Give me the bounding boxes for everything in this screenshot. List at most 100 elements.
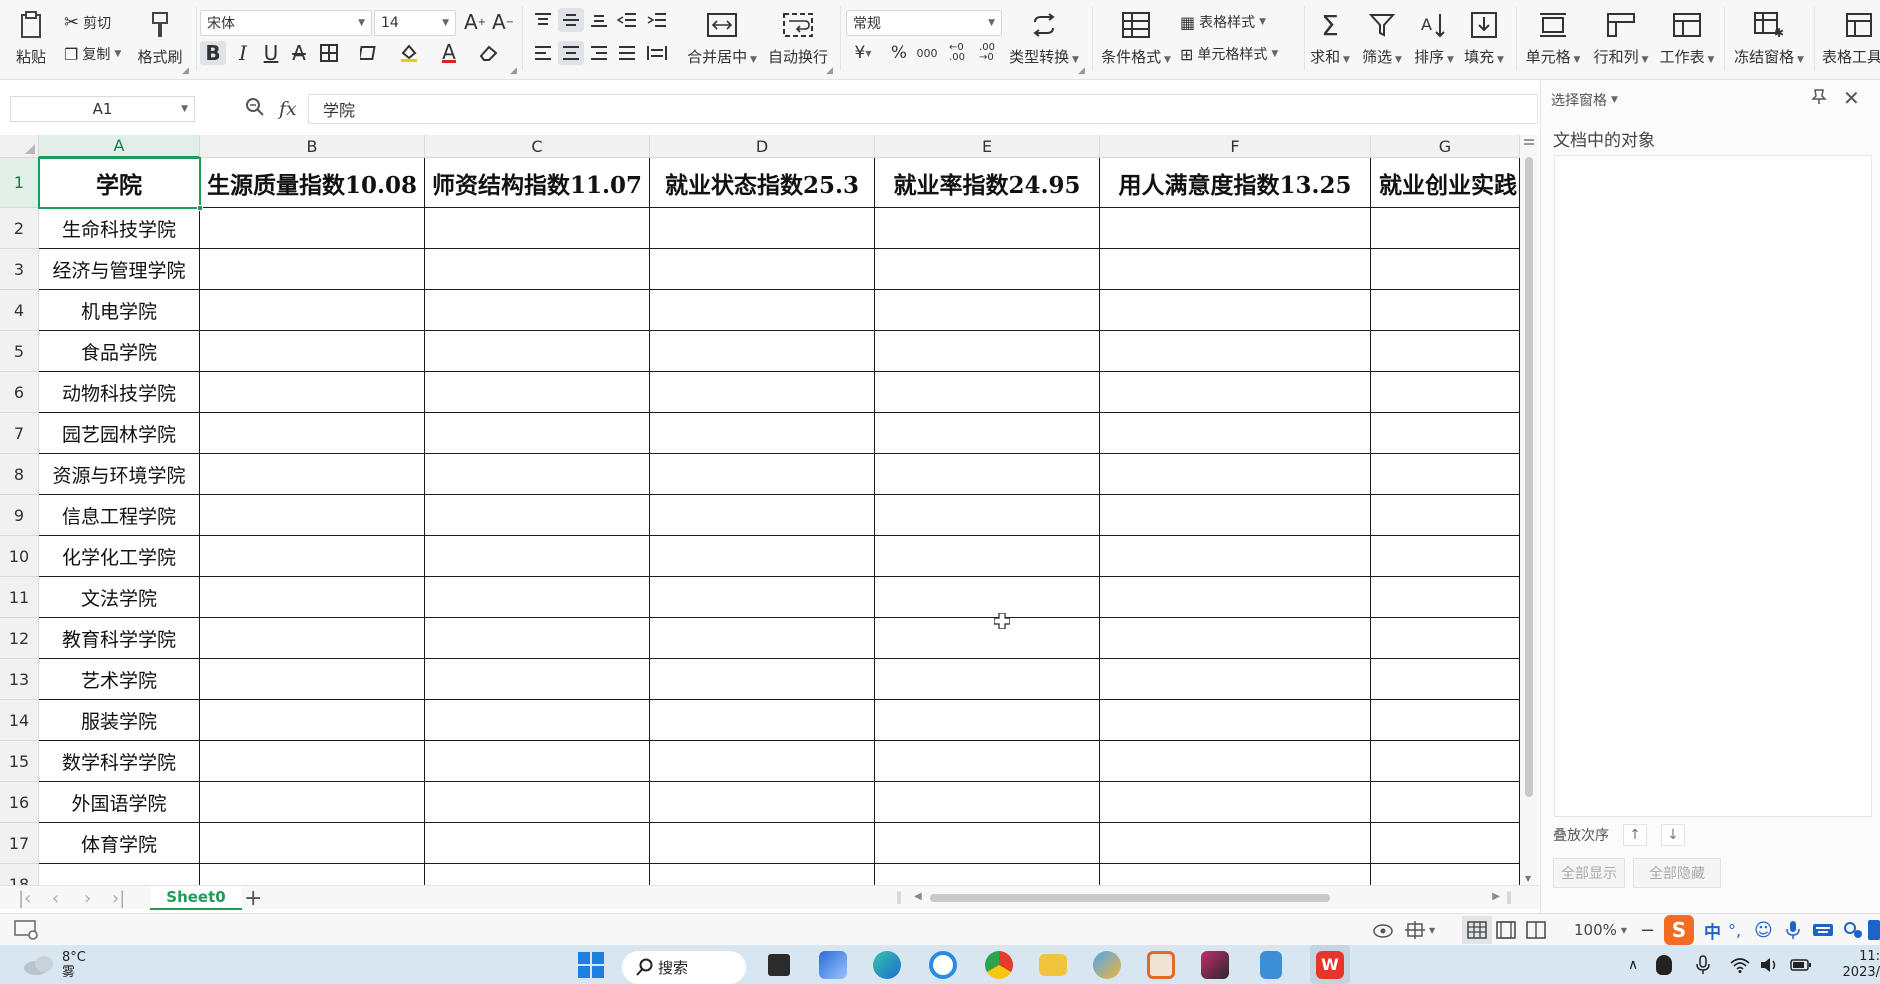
cell-d18[interactable]	[650, 864, 875, 885]
cell-d13[interactable]	[650, 659, 875, 700]
cell-f6[interactable]	[1100, 372, 1371, 413]
cell-f3[interactable]	[1100, 249, 1371, 290]
cell-b9[interactable]	[200, 495, 425, 536]
cell-c2[interactable]	[425, 208, 650, 249]
cell-c5[interactable]	[425, 331, 650, 372]
cell-b12[interactable]	[200, 618, 425, 659]
cell-g16[interactable]	[1371, 782, 1520, 823]
cell-c4[interactable]	[425, 290, 650, 331]
eraser-icon[interactable]	[476, 41, 502, 65]
cell-a13[interactable]: 艺术学院	[39, 659, 200, 700]
zoom-out-icon[interactable]: −	[1640, 914, 1655, 946]
scroll-thumb[interactable]	[1525, 157, 1533, 797]
cell-c7[interactable]	[425, 413, 650, 454]
cell-b13[interactable]	[200, 659, 425, 700]
align-launcher-icon[interactable]: ◢	[826, 66, 833, 76]
pane-title[interactable]: 选择窗格 ▼	[1551, 90, 1618, 110]
row-header-12[interactable]: 12	[0, 618, 39, 659]
chrome-browser-icon[interactable]	[982, 945, 1016, 984]
wrap-text-button[interactable]: 自动换行	[766, 0, 830, 67]
row-header-15[interactable]: 15	[0, 741, 39, 782]
cell-g2[interactable]	[1371, 208, 1520, 249]
font-launcher-icon[interactable]: ◢	[510, 66, 517, 76]
bold-icon[interactable]: B	[200, 41, 226, 65]
cell-g4[interactable]	[1371, 290, 1520, 331]
column-header-a[interactable]: A	[39, 135, 200, 158]
row-header-17[interactable]: 17	[0, 823, 39, 864]
move-down-icon[interactable]: ↓	[1661, 824, 1685, 846]
scroll-right-icon[interactable]: ▶	[1492, 891, 1500, 902]
sum-button[interactable]: Σ 求和 ▼	[1308, 0, 1352, 67]
cell-g11[interactable]	[1371, 577, 1520, 618]
cell-c10[interactable]	[425, 536, 650, 577]
cell-e9[interactable]	[875, 495, 1100, 536]
layout-center-icon[interactable]: ▼	[1404, 914, 1435, 946]
row-header-18[interactable]: 18	[0, 864, 39, 885]
cell-g1[interactable]: 就业创业实践	[1371, 158, 1520, 208]
file-explorer-icon[interactable]	[1036, 945, 1070, 984]
cell-e8[interactable]	[875, 454, 1100, 495]
row-header-5[interactable]: 5	[0, 331, 39, 372]
distributed-icon[interactable]	[644, 41, 670, 65]
font-size-select[interactable]: 14 ▼	[374, 10, 456, 36]
page-layout-view-icon[interactable]	[1496, 914, 1516, 946]
paste-button[interactable]: 粘贴	[10, 0, 52, 67]
clear-format-icon[interactable]	[356, 41, 382, 65]
cell-g5[interactable]	[1371, 331, 1520, 372]
cell-a16[interactable]: 外国语学院	[39, 782, 200, 823]
cell-f1[interactable]: 用人满意度指数13.25	[1100, 158, 1371, 208]
eye-protection-icon[interactable]	[1372, 914, 1394, 946]
column-header-d[interactable]: D	[650, 135, 875, 158]
conditional-format-button[interactable]: 条件格式 ▼	[1100, 0, 1172, 67]
cell-f12[interactable]	[1100, 618, 1371, 659]
cell-e5[interactable]	[875, 331, 1100, 372]
worksheet-button[interactable]: 工作表 ▼	[1656, 0, 1718, 67]
increase-indent-icon[interactable]	[644, 8, 670, 32]
cell-c12[interactable]	[425, 618, 650, 659]
move-up-icon[interactable]: ↑	[1623, 824, 1647, 846]
select-all-corner[interactable]	[0, 135, 39, 158]
horizontal-scrollbar[interactable]: ◀ ▶	[910, 891, 1500, 905]
cell-e6[interactable]	[875, 372, 1100, 413]
clipboard-launcher-icon[interactable]: ◢	[182, 66, 189, 76]
cell-d8[interactable]	[650, 454, 875, 495]
normal-view-icon[interactable]	[1462, 916, 1492, 944]
cell-g17[interactable]	[1371, 823, 1520, 864]
cell-g9[interactable]	[1371, 495, 1520, 536]
row-header-1[interactable]: 1	[0, 158, 39, 208]
freeze-panes-button[interactable]: ✱ 冻结窗格 ▼	[1730, 0, 1808, 67]
align-center-icon[interactable]	[558, 41, 584, 65]
row-header-3[interactable]: 3	[0, 249, 39, 290]
format-painter-button[interactable]: 格式刷	[136, 0, 184, 67]
close-icon[interactable]: ✕	[1843, 86, 1860, 110]
number-launcher-icon[interactable]: ◢	[1078, 66, 1085, 76]
scroll-thumb[interactable]	[930, 894, 1330, 902]
cell-style-button[interactable]: ⊞ 单元格样式 ▼	[1180, 44, 1278, 64]
cell-d5[interactable]	[650, 331, 875, 372]
row-header-7[interactable]: 7	[0, 413, 39, 454]
ie-browser-icon[interactable]	[926, 945, 960, 984]
wps-app-icon[interactable]: W	[1310, 945, 1350, 984]
cell-a18[interactable]	[39, 864, 200, 885]
row-header-10[interactable]: 10	[0, 536, 39, 577]
row-header-16[interactable]: 16	[0, 782, 39, 823]
scroll-down-icon[interactable]: ▼	[1525, 874, 1531, 883]
cell-g7[interactable]	[1371, 413, 1520, 454]
cell-c6[interactable]	[425, 372, 650, 413]
copy-button[interactable]: ❐ 复制 ▼	[64, 44, 121, 64]
cell-e17[interactable]	[875, 823, 1100, 864]
tab-splitter-icon[interactable]: ‖	[896, 890, 902, 904]
fill-button[interactable]: 填充 ▼	[1460, 0, 1508, 67]
cell-b11[interactable]	[200, 577, 425, 618]
qq-tray-icon[interactable]	[1656, 945, 1672, 984]
justify-icon[interactable]	[614, 41, 640, 65]
cell-f16[interactable]	[1100, 782, 1371, 823]
ime-keyboard-icon[interactable]	[1812, 914, 1834, 946]
column-header-b[interactable]: B	[200, 135, 425, 158]
cut-button[interactable]: ✂ 剪切	[64, 12, 111, 33]
cell-a1[interactable]: 学院	[39, 158, 200, 208]
align-top-icon[interactable]	[530, 8, 556, 32]
cell-d16[interactable]	[650, 782, 875, 823]
increase-font-icon[interactable]: A +	[462, 10, 488, 34]
row-header-8[interactable]: 8	[0, 454, 39, 495]
